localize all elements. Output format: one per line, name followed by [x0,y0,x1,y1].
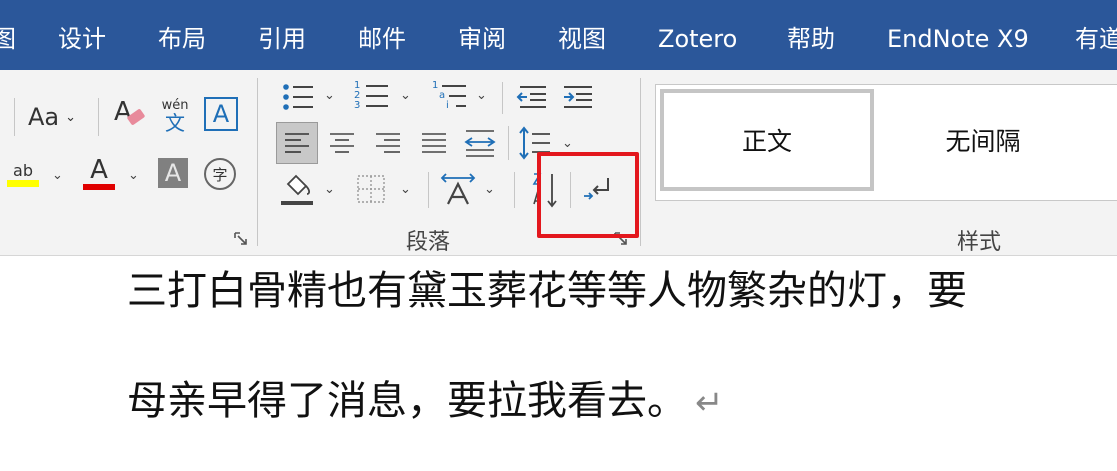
numbering-digit: 3 [354,100,361,111]
shading-button[interactable] [280,172,314,208]
chevron-down-icon[interactable]: ⌄ [324,182,335,197]
increase-indent-button[interactable] [562,84,594,110]
multilevel-mark: a [439,90,446,101]
separator [508,126,509,160]
clear-formatting-button[interactable]: A [112,96,148,132]
multilevel-mark: 1 [432,80,439,91]
chevron-down-icon[interactable]: ⌄ [400,182,411,197]
style-no-spacing[interactable]: 无间隔 [876,89,1090,191]
font-color-glyph: A [90,155,108,185]
align-right-button[interactable] [374,128,402,158]
styles-gallery: 正文 无间隔 [655,84,1117,201]
align-left-button[interactable] [276,122,318,164]
decrease-indent-icon [516,86,546,108]
chinese-layout-icon [440,173,476,205]
tab-zotero[interactable]: Zotero [658,24,737,54]
enclose-characters-button[interactable]: 字 [204,158,236,190]
eraser-icon: A [114,97,145,127]
multilevel-list-button[interactable]: 1 a i [432,80,468,112]
tab-layout[interactable]: 布局 [158,24,206,54]
chevron-down-icon[interactable]: ⌄ [484,182,495,197]
style-normal-label: 正文 [741,127,792,156]
document-line[interactable]: 三打白骨精也有黛玉葬花等等人物繁杂的灯，要 [127,266,967,316]
phonetic-top-text: wén [161,97,189,113]
change-case-button[interactable]: Aa ⌄ [28,100,76,134]
character-shading-button[interactable]: A [158,158,188,188]
increase-indent-icon [564,86,592,108]
text-highlight-button[interactable]: ab [6,156,40,192]
justify-button[interactable] [420,128,448,158]
borders-button[interactable] [356,174,386,204]
chevron-down-icon[interactable]: ⌄ [128,168,139,183]
distributed-button[interactable] [464,126,496,160]
chevron-down-icon[interactable]: ⌄ [562,136,573,151]
tab-references[interactable]: 引用 [258,24,306,54]
enclose-characters-glyph: 字 [212,165,228,184]
numbering-button[interactable]: 1 2 3 [354,80,390,112]
ribbon-tab-bar: 图 设计 布局 引用 邮件 审阅 视图 Zotero 帮助 EndNote X9… [0,0,1117,70]
document-line-text: 三打白骨精也有黛玉葬花等等人物繁杂的灯，要 [127,268,967,314]
font-dialog-launcher-icon[interactable] [234,232,248,246]
font-color-button[interactable]: A [82,154,116,192]
decrease-indent-button[interactable] [516,84,548,110]
ribbon-home: Aa ⌄ A wén 文 A ab ⌄ A ⌄ A 字 ⌄ 1 2 3 ⌄ 1 … [0,70,1117,256]
tab-view[interactable]: 视图 [558,24,606,54]
tab-endnote[interactable]: EndNote X9 [887,24,1029,54]
separator [514,172,515,208]
character-border-button[interactable]: A [204,97,238,131]
tab-design[interactable]: 设计 [58,24,106,54]
distributed-icon [464,130,496,157]
styles-group-label: 样式 [957,230,1002,255]
phonetic-guide-button[interactable]: wén 文 [158,96,192,136]
character-shading-glyph: A [164,159,182,187]
align-center-button[interactable] [328,128,356,158]
highlight-color-bar [7,179,39,187]
tab-insert[interactable]: 图 [0,24,16,54]
chevron-down-icon[interactable]: ⌄ [324,88,335,103]
tab-review[interactable]: 审阅 [458,24,506,54]
tab-help[interactable]: 帮助 [787,24,835,54]
tab-mailings[interactable]: 邮件 [358,24,406,54]
document-line-text: 母亲早得了消息，要拉我看去。 [127,378,687,424]
paint-bucket-icon [281,174,313,205]
paragraph-group-label: 段落 [406,230,451,255]
group-separator [640,78,641,246]
style-no-spacing-label: 无间隔 [945,127,1021,156]
borders-icon [357,175,385,203]
multilevel-mark: i [446,100,449,111]
document-canvas[interactable]: 三打白骨精也有黛玉葬花等等人物繁杂的灯，要 母亲早得了消息，要拉我看去。 ↵ [0,256,1117,471]
justify-icon [422,133,446,153]
change-case-label: Aa [28,103,60,131]
phonetic-bottom-text: 文 [165,110,185,135]
align-right-icon [376,133,400,153]
document-line[interactable]: 母亲早得了消息，要拉我看去。 ↵ [127,376,724,428]
tab-youdao[interactable]: 有道 [1075,24,1117,54]
font-color-bar [83,184,115,190]
chevron-down-icon[interactable]: ⌄ [400,88,411,103]
separator [98,98,99,136]
separator [428,172,429,208]
paragraph-mark-icon: ↵ [695,383,724,423]
align-center-icon [330,133,354,153]
red-highlight-box [537,152,639,238]
character-border-glyph: A [212,100,230,128]
group-separator [257,78,258,246]
clear-format-glyph: A [114,97,132,127]
bullet-list-icon [283,84,313,110]
chevron-down-icon: ⌄ [65,109,77,125]
separator [502,82,503,114]
highlight-glyph: ab [13,160,33,180]
chevron-down-icon[interactable]: ⌄ [476,88,487,103]
align-left-icon [285,133,309,153]
bullets-button[interactable] [280,82,316,112]
separator [14,98,15,136]
chevron-down-icon[interactable]: ⌄ [52,168,63,183]
style-normal[interactable]: 正文 [660,89,874,191]
chinese-layout-button[interactable] [440,172,476,206]
